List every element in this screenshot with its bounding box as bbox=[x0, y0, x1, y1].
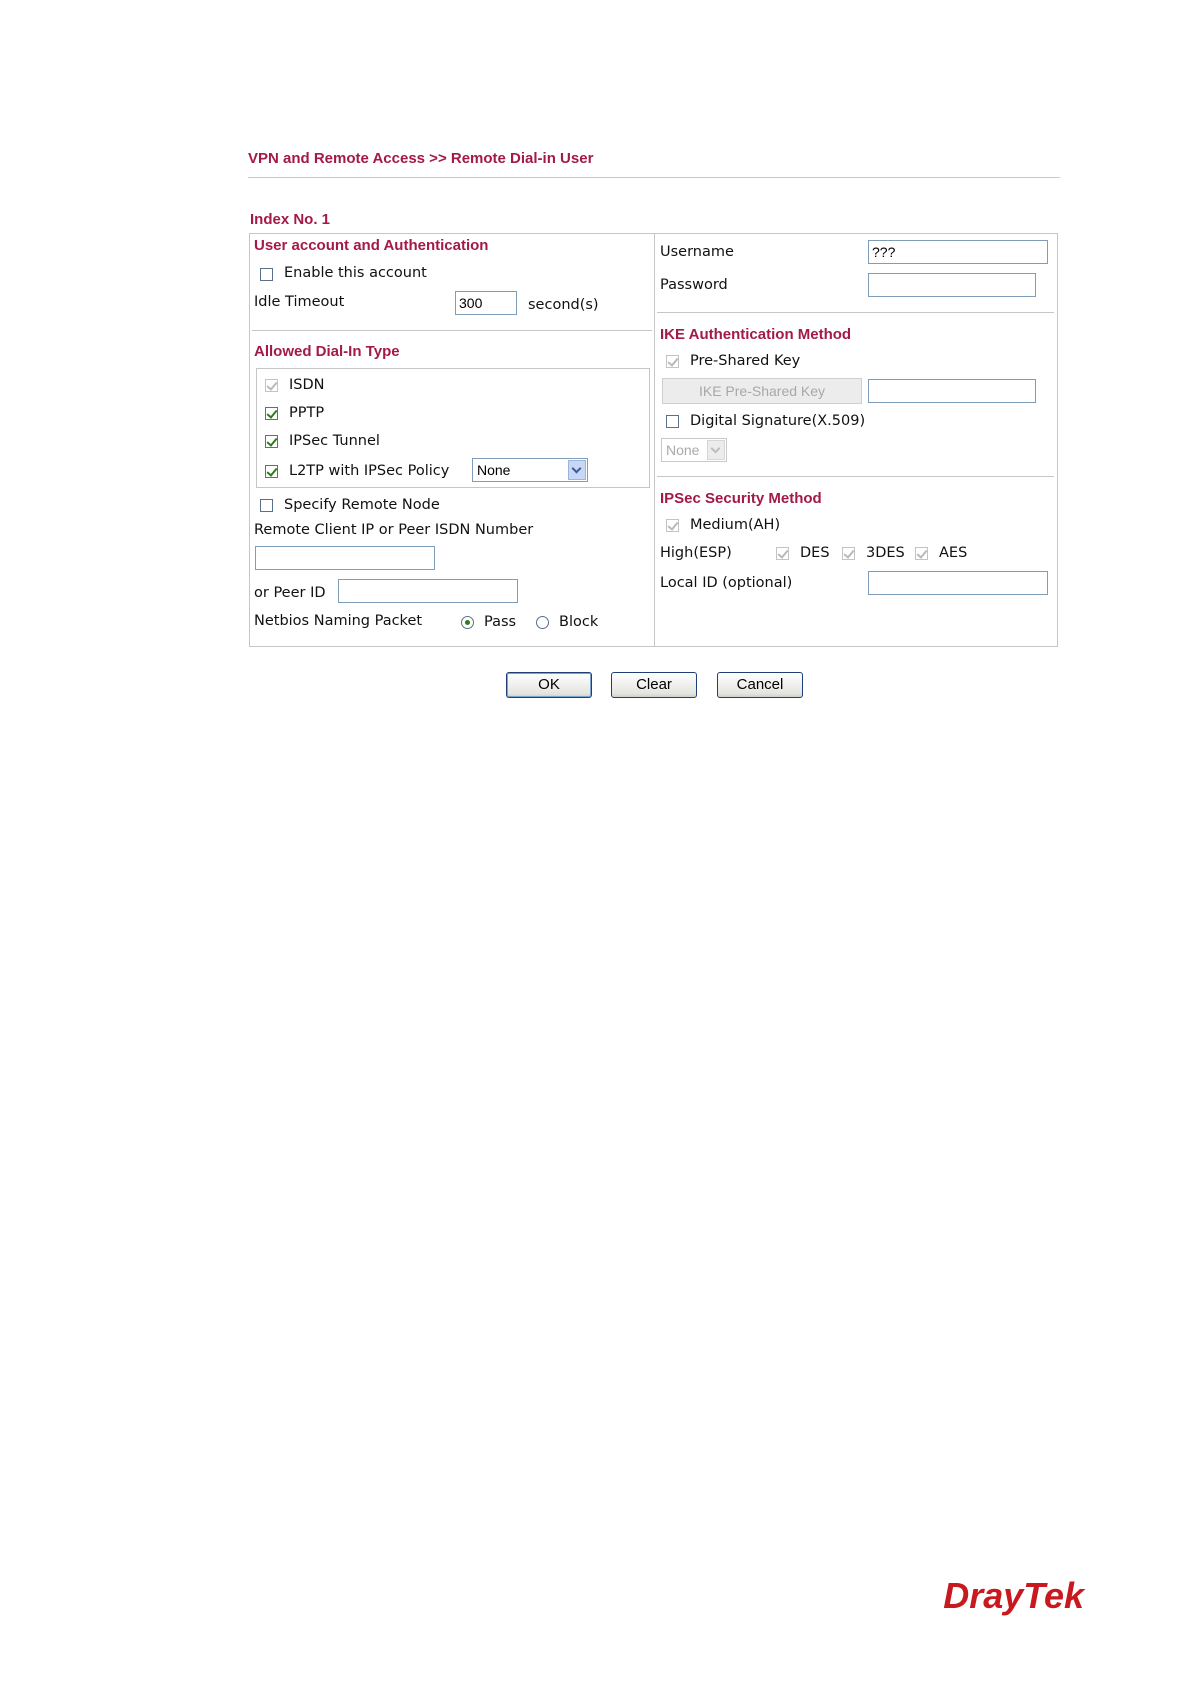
netbios-block-radio[interactable] bbox=[536, 616, 549, 629]
specify-remote-node-label: Specify Remote Node bbox=[284, 497, 440, 513]
netbios-label: Netbios Naming Packet bbox=[254, 613, 423, 629]
idle-timeout-label: Idle Timeout bbox=[254, 294, 345, 310]
aes-label: AES bbox=[939, 545, 968, 561]
enable-account-checkbox[interactable] bbox=[260, 268, 273, 281]
high-esp-label: High(ESP) bbox=[660, 545, 732, 561]
digital-signature-checkbox[interactable] bbox=[666, 415, 679, 428]
password-label: Password bbox=[660, 277, 728, 293]
clear-button[interactable]: Clear bbox=[611, 672, 697, 698]
3des-checkbox[interactable] bbox=[842, 547, 855, 560]
chevron-down-icon bbox=[568, 460, 586, 480]
medium-ah-label: Medium(AH) bbox=[690, 517, 781, 533]
netbios-pass-label: Pass bbox=[484, 614, 517, 630]
peer-id-label: or Peer ID bbox=[254, 585, 326, 601]
isdn-label: ISDN bbox=[289, 377, 325, 393]
netbios-pass-radio[interactable] bbox=[461, 616, 474, 629]
l2tp-policy-select[interactable]: None bbox=[472, 458, 588, 482]
pre-shared-key-label: Pre-Shared Key bbox=[690, 353, 801, 369]
breadcrumb: VPN and Remote Access >> Remote Dial-in … bbox=[248, 150, 594, 167]
ipsec-section-title: IPSec Security Method bbox=[660, 490, 822, 507]
cancel-button[interactable]: Cancel bbox=[717, 672, 803, 698]
medium-ah-checkbox[interactable] bbox=[666, 519, 679, 532]
l2tp-checkbox[interactable] bbox=[265, 465, 278, 478]
pptp-checkbox[interactable] bbox=[265, 407, 278, 420]
idle-timeout-input[interactable]: 300 bbox=[455, 291, 517, 315]
section-divider bbox=[657, 312, 1054, 313]
chevron-down-icon bbox=[707, 440, 725, 460]
pptp-label: PPTP bbox=[289, 405, 325, 421]
dialin-section-title: Allowed Dial-In Type bbox=[254, 343, 400, 360]
ipsec-tunnel-checkbox[interactable] bbox=[265, 435, 278, 448]
aes-checkbox[interactable] bbox=[915, 547, 928, 560]
ike-section-title: IKE Authentication Method bbox=[660, 326, 852, 343]
digital-signature-label: Digital Signature(X.509) bbox=[690, 413, 866, 429]
ok-button[interactable]: OK bbox=[506, 672, 592, 698]
column-divider bbox=[654, 233, 655, 647]
section-divider bbox=[252, 330, 652, 331]
signature-select-value: None bbox=[666, 442, 700, 458]
ike-psk-button[interactable]: IKE Pre-Shared Key bbox=[662, 378, 862, 404]
section-divider bbox=[657, 476, 1054, 477]
remote-client-input[interactable] bbox=[255, 546, 435, 570]
pre-shared-key-checkbox[interactable] bbox=[666, 355, 679, 368]
des-checkbox[interactable] bbox=[776, 547, 789, 560]
specify-remote-node-checkbox[interactable] bbox=[260, 499, 273, 512]
local-id-input[interactable] bbox=[868, 571, 1048, 595]
isdn-checkbox[interactable] bbox=[265, 379, 278, 392]
l2tp-policy-value: None bbox=[477, 462, 511, 478]
l2tp-label: L2TP with IPSec Policy bbox=[289, 463, 450, 479]
netbios-block-label: Block bbox=[559, 614, 599, 630]
username-input[interactable]: ??? bbox=[868, 240, 1048, 264]
ipsec-tunnel-label: IPSec Tunnel bbox=[289, 433, 380, 449]
peer-id-input[interactable] bbox=[338, 579, 518, 603]
header-divider bbox=[248, 177, 1060, 178]
enable-account-label: Enable this account bbox=[284, 265, 427, 281]
remote-client-label: Remote Client IP or Peer ISDN Number bbox=[254, 522, 534, 538]
index-label: Index No. 1 bbox=[250, 211, 331, 228]
password-input[interactable] bbox=[868, 273, 1036, 297]
username-label: Username bbox=[660, 244, 734, 260]
draytek-logo: DrayTek bbox=[943, 1575, 1084, 1616]
3des-label: 3DES bbox=[866, 545, 905, 561]
ike-psk-input[interactable] bbox=[868, 379, 1036, 403]
signature-select[interactable]: None bbox=[661, 438, 727, 462]
auth-section-title: User account and Authentication bbox=[254, 237, 489, 254]
idle-timeout-unit: second(s) bbox=[528, 297, 599, 313]
des-label: DES bbox=[800, 545, 830, 561]
local-id-label: Local ID (optional) bbox=[660, 575, 793, 591]
